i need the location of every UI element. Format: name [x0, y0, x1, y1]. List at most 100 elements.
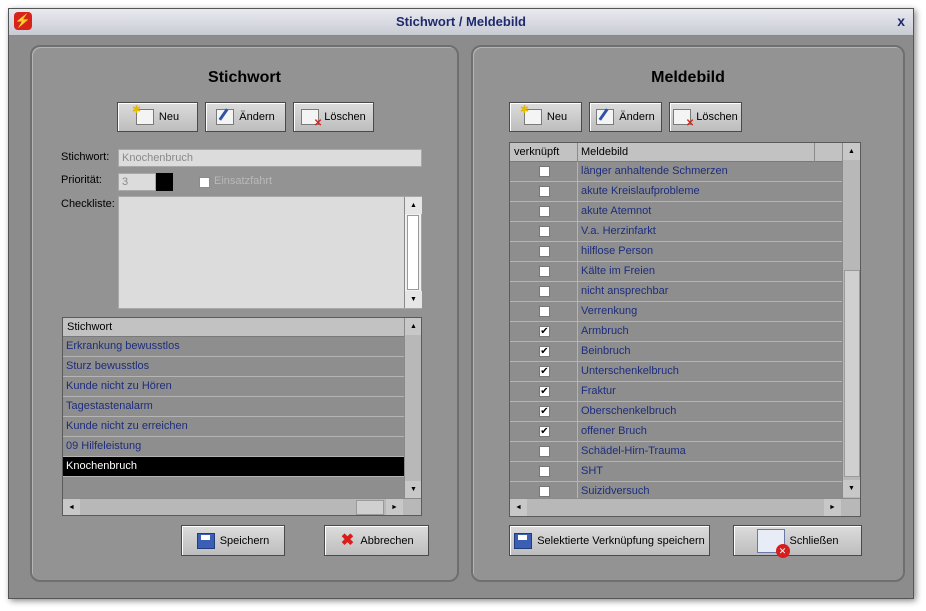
meldebild-panel: Meldebild Neu Ändern Löschen verknüpft M…	[471, 45, 905, 582]
title-bar[interactable]: ⚡ Stichwort / Meldebild x	[9, 9, 913, 36]
meldebild-table-row[interactable]: akute Atemnot	[510, 202, 842, 222]
stichwort-edit-label: Ändern	[239, 111, 275, 123]
selektierte-verknuepfung-speichern-button[interactable]: Selektierte Verknüpfung speichern	[509, 525, 710, 556]
meldebild-column-header[interactable]: Meldebild	[581, 143, 628, 162]
meldebild-table-row[interactable]: nicht ansprechbar	[510, 282, 842, 302]
meldebild-table-row[interactable]: ✔ Armbruch	[510, 322, 842, 342]
meldebild-grid-scroll-left[interactable]: ◄	[510, 499, 527, 516]
floppy-disk-icon	[514, 532, 533, 549]
schliessen-button[interactable]: Schließen	[733, 525, 862, 558]
meldebild-table-row[interactable]: hilflose Person	[510, 242, 842, 262]
stichwort-grid-scroll-down[interactable]: ▼	[405, 481, 421, 498]
stichwort-grid-hscrollbar[interactable]: ◄ ►	[63, 498, 421, 515]
meldebild-table-row[interactable]: ✔ offener Bruch	[510, 422, 842, 442]
verknuepft-checkbox[interactable]	[539, 306, 550, 317]
meldebild-grid-scroll-right[interactable]: ►	[824, 499, 841, 516]
delete-icon	[673, 109, 694, 129]
verknuepft-checkbox[interactable]	[539, 206, 550, 217]
verknuepft-checkbox[interactable]: ✔	[539, 366, 550, 377]
meldebild-table-row[interactable]: Verrenkung	[510, 302, 842, 322]
prioritaet-color-swatch[interactable]	[156, 173, 173, 191]
meldebild-name-cell: länger anhaltende Schmerzen	[581, 165, 728, 177]
stichwort-grid-vscrollbar[interactable]: ▲ ▼	[404, 318, 421, 498]
stichwort-list-item[interactable]: Kunde nicht zu Hören	[63, 377, 404, 397]
stichwort-new-button[interactable]: Neu	[117, 102, 198, 132]
checkliste-scroll-up[interactable]: ▲	[405, 197, 422, 214]
edit-pencil-icon	[596, 109, 615, 125]
checkliste-scrollbar[interactable]: ▲ ▼	[404, 197, 422, 308]
verknuepft-checkbox[interactable]	[539, 166, 550, 177]
stichwort-column-header[interactable]: Stichwort	[63, 318, 405, 337]
meldebild-delete-button[interactable]: Löschen	[669, 102, 742, 132]
new-document-icon	[132, 103, 154, 125]
stichwort-grid-scroll-right[interactable]: ►	[386, 499, 403, 515]
meldebild-new-button[interactable]: Neu	[509, 102, 582, 132]
column-separator	[577, 282, 578, 302]
einsatzfahrt-checkbox[interactable]	[199, 177, 210, 188]
meldebild-table-row[interactable]: ✔ Beinbruch	[510, 342, 842, 362]
verknuepft-checkbox[interactable]	[539, 266, 550, 277]
meldebild-name-cell: nicht ansprechbar	[581, 285, 669, 297]
meldebild-edit-button[interactable]: Ändern	[589, 102, 662, 132]
checkliste-textarea[interactable]	[118, 196, 422, 309]
verknuepft-checkbox[interactable]: ✔	[539, 326, 550, 337]
checkliste-scroll-down[interactable]: ▼	[405, 291, 422, 308]
meldebild-table-row[interactable]: V.a. Herzinfarkt	[510, 222, 842, 242]
stichwort-list-item[interactable]: Kunde nicht zu erreichen	[63, 417, 404, 437]
meldebild-table-row[interactable]: akute Kreislaufprobleme	[510, 182, 842, 202]
einsatzfahrt-label: Einsatzfahrt	[214, 175, 273, 187]
verknuepft-checkbox[interactable]: ✔	[539, 406, 550, 417]
meldebild-grid-vscrollbar[interactable]: ▲ ▼	[842, 143, 860, 498]
meldebild-name-cell: Beinbruch	[581, 345, 631, 357]
meldebild-table-row[interactable]: ✔ Oberschenkelbruch	[510, 402, 842, 422]
stichwort-list-item[interactable]: Tagestastenalarm	[63, 397, 404, 417]
stichwort-grid-scroll-left[interactable]: ◄	[63, 499, 80, 515]
meldebild-name-cell: Fraktur	[581, 385, 616, 397]
column-separator	[577, 143, 578, 162]
meldebild-table-row[interactable]: ✔ Fraktur	[510, 382, 842, 402]
meldebild-table-row[interactable]: Kälte im Freien	[510, 262, 842, 282]
verknuepft-checkbox[interactable]	[539, 446, 550, 457]
meldebild-grid-hscrollbar[interactable]: ◄ ►	[510, 498, 860, 516]
abbrechen-button[interactable]: ✖ Abbrechen	[324, 525, 429, 556]
stichwort-new-label: Neu	[158, 111, 180, 123]
verknuepft-checkbox[interactable]	[539, 226, 550, 237]
stichwort-list-item[interactable]: Knochenbruch	[63, 457, 404, 477]
stichwort-field-label: Stichwort:	[61, 151, 110, 163]
meldebild-table-row[interactable]: SHT	[510, 462, 842, 482]
stichwort-list-item[interactable]: Sturz bewusstlos	[63, 357, 404, 377]
verknuepft-checkbox[interactable]: ✔	[539, 386, 550, 397]
stichwort-grid-hscroll-thumb[interactable]	[356, 500, 384, 515]
close-window-icon[interactable]: x	[897, 13, 905, 29]
verknuepft-checkbox[interactable]	[539, 286, 550, 297]
meldebild-grid-scroll-down[interactable]: ▼	[843, 480, 860, 497]
verknuepft-checkbox[interactable]: ✔	[539, 426, 550, 437]
stichwort-grid-scroll-up[interactable]: ▲	[405, 318, 421, 335]
stichwort-list-item[interactable]: 09 Hilfeleistung	[63, 437, 404, 457]
verknuepft-checkbox[interactable]	[539, 246, 550, 257]
meldebild-name-cell: akute Atemnot	[581, 205, 652, 217]
column-separator	[577, 302, 578, 322]
meldebild-table-row[interactable]: Schädel-Hirn-Trauma	[510, 442, 842, 462]
meldebild-grid-scroll-up[interactable]: ▲	[843, 143, 860, 160]
selektierte-verknuepfung-label: Selektierte Verknüpfung speichern	[537, 534, 705, 547]
stichwort-delete-button[interactable]: Löschen	[293, 102, 374, 132]
stichwort-edit-button[interactable]: Ändern	[205, 102, 286, 132]
checkliste-scroll-thumb[interactable]	[407, 215, 419, 290]
speichern-button[interactable]: Speichern	[181, 525, 285, 556]
verknuepft-checkbox[interactable]	[539, 486, 550, 497]
meldebild-table-row[interactable]: länger anhaltende Schmerzen	[510, 162, 842, 182]
column-separator	[577, 262, 578, 282]
meldebild-name-cell: akute Kreislaufprobleme	[581, 185, 700, 197]
verknuepft-checkbox[interactable]	[539, 186, 550, 197]
stichwort-input[interactable]: Knochenbruch	[118, 149, 422, 167]
prioritaet-input[interactable]: 3	[118, 173, 156, 191]
verknuepft-column-header[interactable]: verknüpft	[514, 143, 559, 162]
stichwort-grid: Stichwort Erkrankung bewusstlos Sturz bew…	[62, 317, 422, 516]
meldebild-new-label: Neu	[546, 111, 568, 123]
stichwort-list-item[interactable]: Erkrankung bewusstlos	[63, 337, 404, 357]
meldebild-grid-vscroll-thumb[interactable]	[844, 270, 860, 477]
verknuepft-checkbox[interactable]: ✔	[539, 346, 550, 357]
meldebild-table-row[interactable]: ✔ Unterschenkelbruch	[510, 362, 842, 382]
verknuepft-checkbox[interactable]	[539, 466, 550, 477]
